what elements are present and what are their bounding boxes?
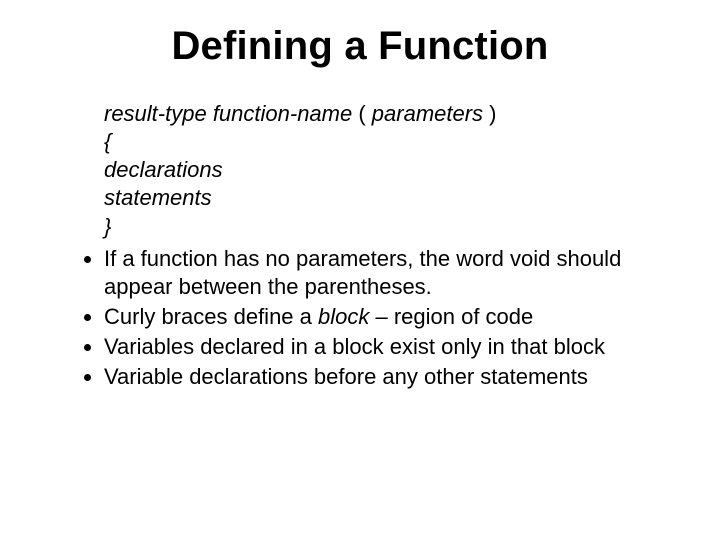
syntax-block: result-type function-name ( parameters )… [104,100,660,241]
syntax-paren-open: ( [358,101,365,126]
syntax-paren-close: ) [489,101,496,126]
slide-body: result-type function-name ( parameters )… [70,100,660,394]
syntax-line-4: statements [104,184,660,212]
bullet-item: If a function has no parameters, the wor… [104,245,660,301]
syntax-line-5: } [104,213,660,241]
syntax-text: parameters [366,101,490,126]
bullet-text: – region of code [369,304,533,329]
slide-title: Defining a Function [0,24,720,69]
bullet-item: Variables declared in a block exist only… [104,333,660,361]
syntax-line-1: result-type function-name ( parameters ) [104,100,660,128]
bullet-emphasis: block [318,304,369,329]
bullet-text: Curly braces define a [104,304,318,329]
syntax-text: result-type function-name [104,101,358,126]
bullet-item: Variable declarations before any other s… [104,363,660,391]
bullet-list: If a function has no parameters, the wor… [70,245,660,392]
syntax-line-2: { [104,128,660,156]
slide: Defining a Function result-type function… [0,0,720,540]
bullet-item: Curly braces define a block – region of … [104,303,660,331]
syntax-line-3: declarations [104,156,660,184]
